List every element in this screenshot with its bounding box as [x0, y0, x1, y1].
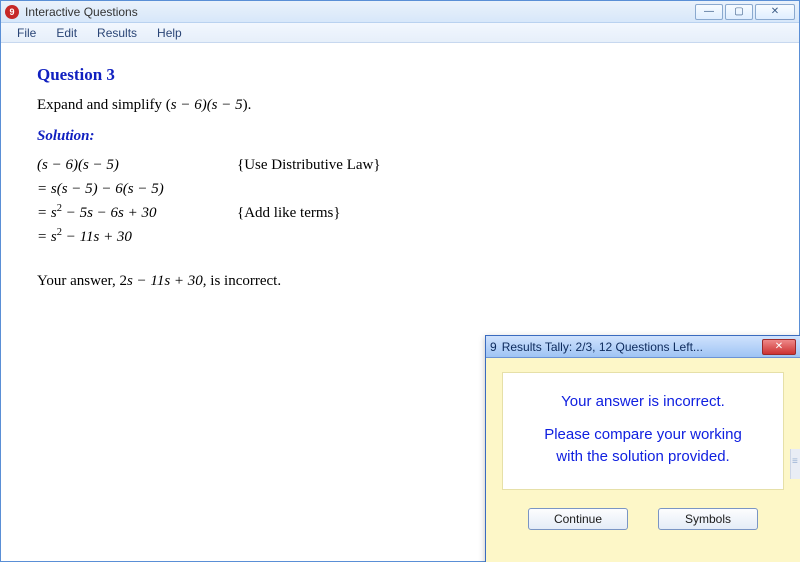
maximize-button[interactable]: ▢ — [725, 4, 753, 20]
work-row: = s2 − 5s − 6s + 30 {Add like terms} — [37, 201, 769, 225]
tally-close-button[interactable]: ✕ — [762, 339, 796, 355]
work-expr: = s2 − 11s + 30 — [37, 225, 237, 249]
prompt-expression: s − 6)(s − 5 — [171, 97, 243, 113]
window-titlebar[interactable]: 9 Interactive Questions — ▢ ✕ — [1, 1, 799, 23]
tally-message-line1: Your answer is incorrect. — [511, 391, 775, 414]
feedback-pre: Your answer, 2 — [37, 273, 127, 289]
main-window: 9 Interactive Questions — ▢ ✕ File Edit … — [0, 0, 800, 562]
app-icon: 9 — [5, 5, 19, 19]
continue-button[interactable]: Continue — [528, 508, 628, 530]
answer-feedback: Your answer, 2s − 11s + 30, is incorrect… — [37, 273, 769, 290]
tally-title: Results Tally: 2/3, 12 Questions Left... — [502, 340, 762, 354]
menu-results[interactable]: Results — [87, 24, 147, 42]
menu-help[interactable]: Help — [147, 24, 192, 42]
menubar: File Edit Results Help — [1, 23, 799, 43]
work-expr: = s2 − 5s − 6s + 30 — [37, 201, 237, 225]
app-icon: 9 — [490, 340, 497, 354]
tally-message-line3: with the solution provided. — [511, 446, 775, 469]
question-prompt: Expand and simplify (s − 6)(s − 5). — [37, 97, 769, 114]
work-expr: (s − 6)(s − 5) — [37, 153, 237, 177]
prompt-text-pre: Expand and simplify ( — [37, 97, 171, 113]
work-note: {Add like terms} — [237, 201, 341, 225]
work-note: {Use Distributive Law} — [237, 153, 381, 177]
work-expr: = s(s − 5) − 6(s − 5) — [37, 177, 237, 201]
work-row: = s(s − 5) − 6(s − 5) — [37, 177, 769, 201]
symbols-button[interactable]: Symbols — [658, 508, 758, 530]
solution-working: (s − 6)(s − 5) {Use Distributive Law} = … — [37, 153, 769, 249]
menu-file[interactable]: File — [7, 24, 46, 42]
close-button[interactable]: ✕ — [755, 4, 795, 20]
work-row: (s − 6)(s − 5) {Use Distributive Law} — [37, 153, 769, 177]
menu-edit[interactable]: Edit — [46, 24, 87, 42]
tally-body: Your answer is incorrect. Please compare… — [486, 358, 800, 540]
prompt-text-post: ). — [243, 97, 252, 113]
results-tally-window[interactable]: 9 Results Tally: 2/3, 12 Questions Left.… — [485, 335, 800, 562]
tally-message-line2: Please compare your working — [511, 424, 775, 447]
work-row: = s2 − 11s + 30 — [37, 225, 769, 249]
minimize-button[interactable]: — — [695, 4, 723, 20]
solution-label: Solution: — [37, 128, 769, 145]
window-controls: — ▢ ✕ — [695, 4, 795, 20]
window-title: Interactive Questions — [25, 5, 695, 19]
tally-titlebar[interactable]: 9 Results Tally: 2/3, 12 Questions Left.… — [486, 336, 800, 358]
tally-scroll-grip[interactable] — [790, 449, 800, 479]
feedback-expression: s − 11s + 30 — [127, 273, 203, 289]
tally-message-panel: Your answer is incorrect. Please compare… — [502, 372, 784, 490]
tally-buttons: Continue Symbols — [502, 508, 784, 530]
question-title: Question 3 — [37, 65, 769, 85]
feedback-post: , is incorrect. — [203, 273, 281, 289]
